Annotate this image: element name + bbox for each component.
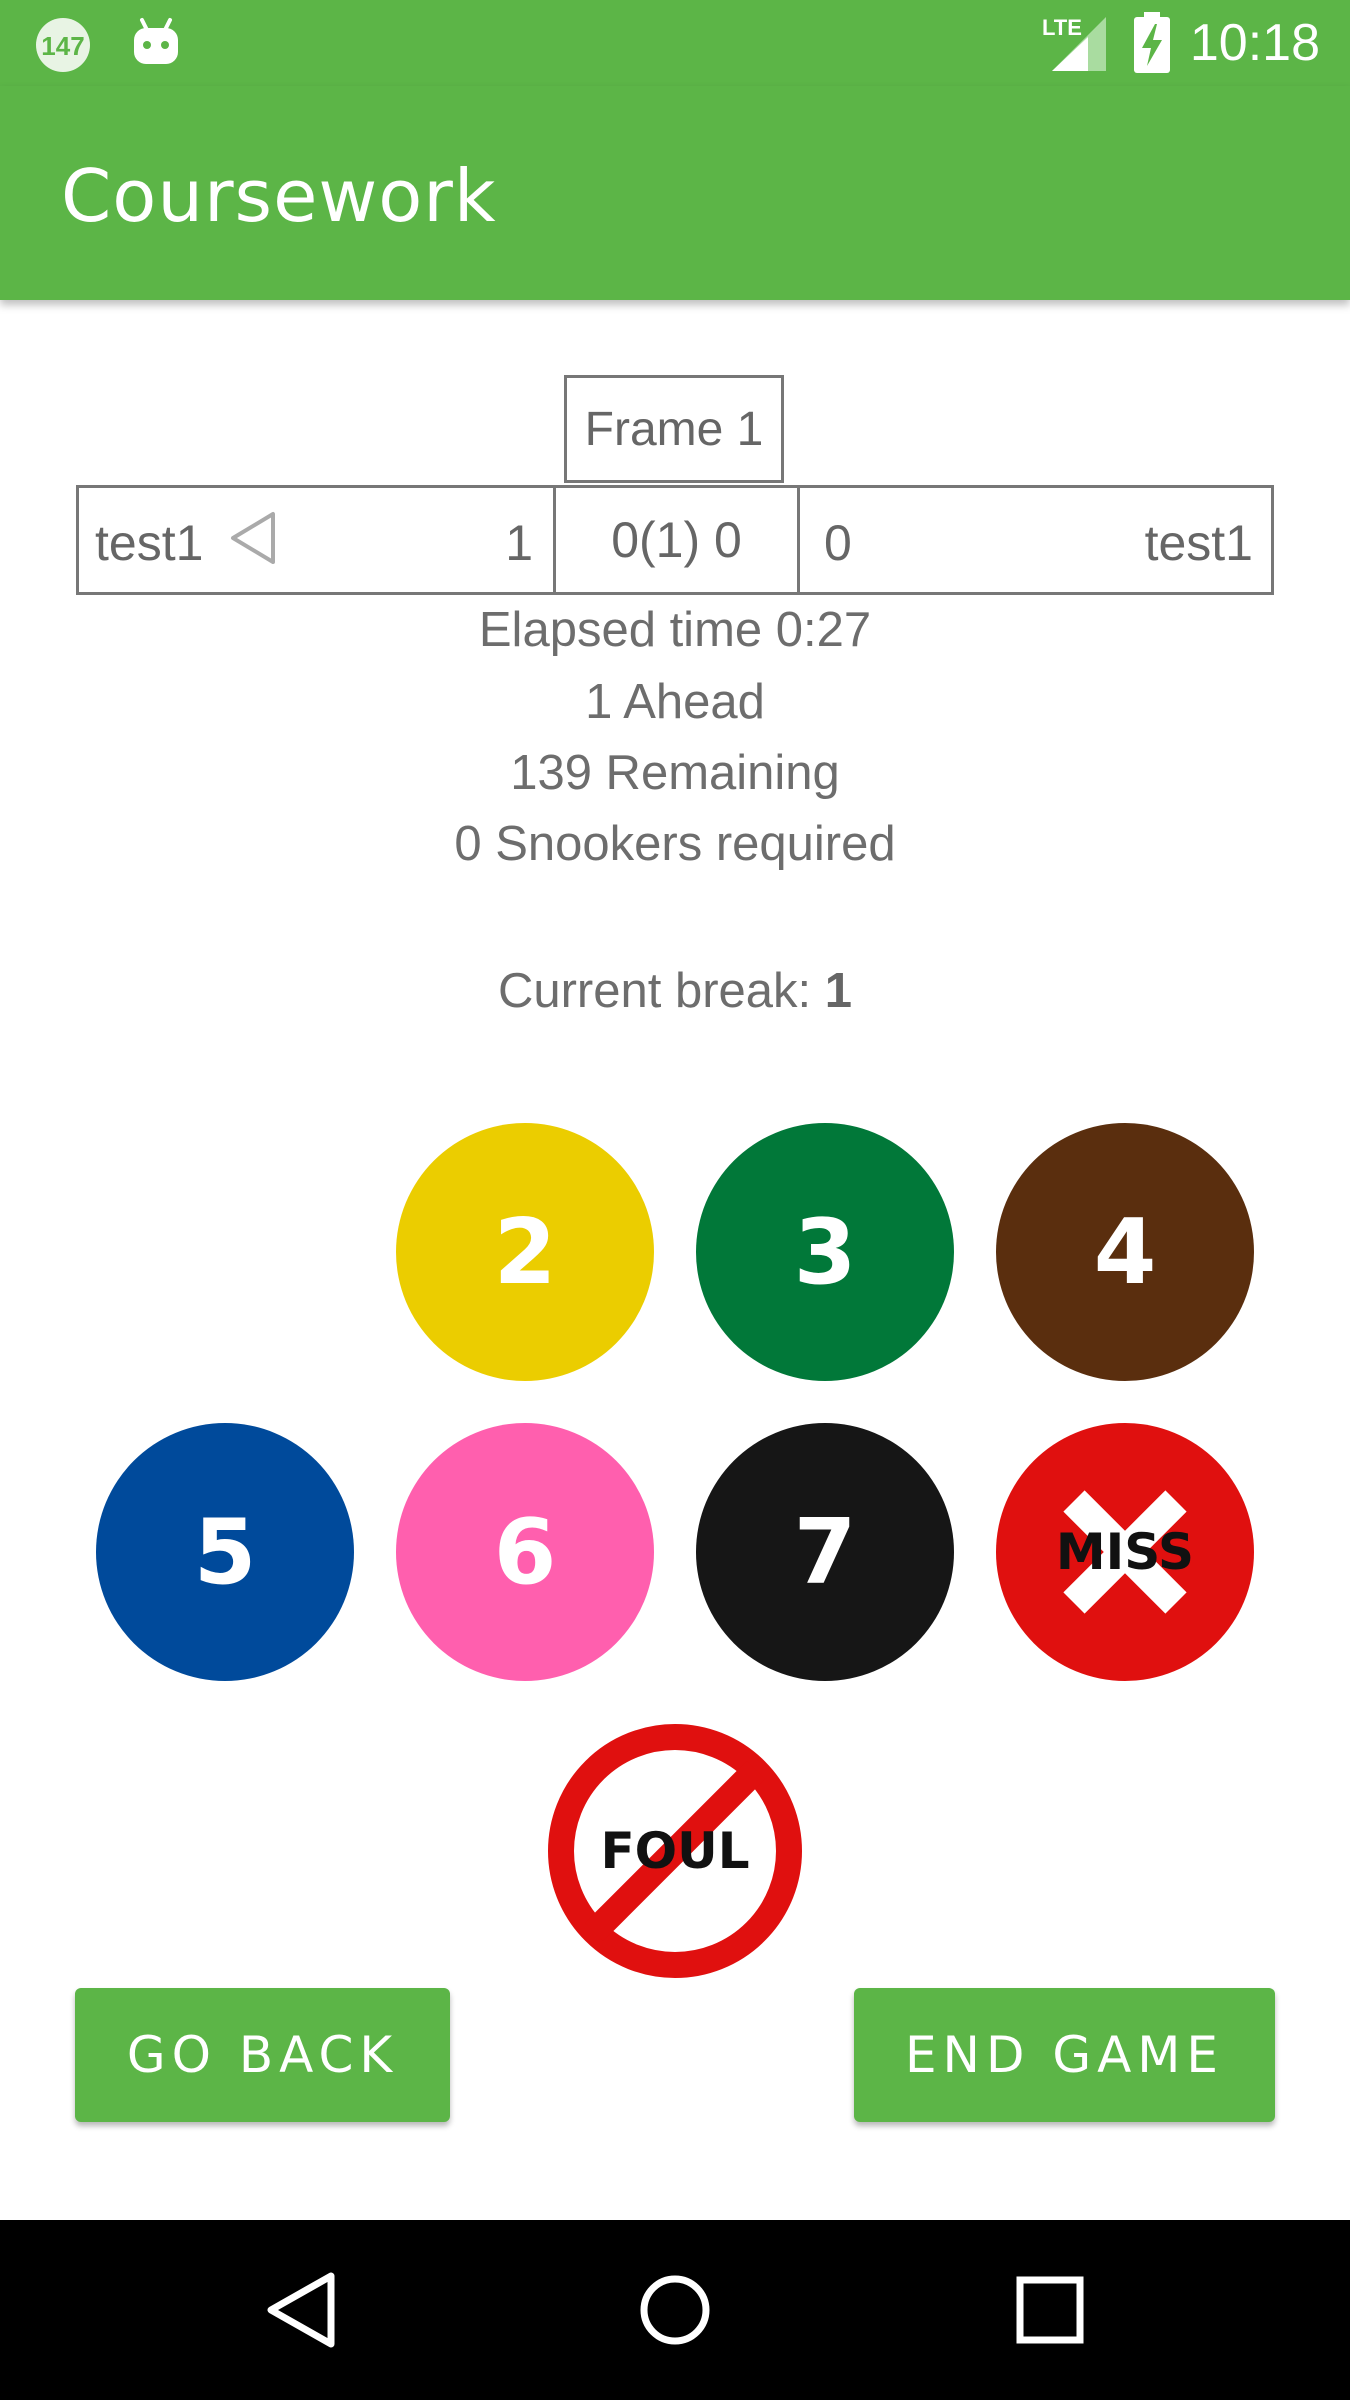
home-icon[interactable] [623, 2258, 727, 2362]
signal-icon: LTE [1042, 15, 1106, 71]
clock: 10:18 [1189, 14, 1320, 72]
elapsed-time: Elapsed time 0:27 [478, 603, 872, 657]
ball-5-label: 5 [193, 1499, 257, 1605]
ball-2-label: 2 [493, 1199, 557, 1305]
snookers-required: 0 Snookers required [454, 817, 896, 871]
player1-name: test1 [95, 515, 204, 571]
status-bar: 147 LTE 10:18 [0, 0, 1350, 86]
player1-score: 1 [505, 515, 533, 571]
player2-cell: 0 test1 [800, 488, 1271, 592]
points-remaining: 139 Remaining [510, 746, 840, 800]
current-break: Current break: 1 [0, 963, 1350, 1019]
go-back-button[interactable]: GO BACK [75, 1988, 450, 2122]
player2-name: test1 [1144, 515, 1253, 571]
ball-3-button[interactable]: 3 [696, 1123, 954, 1381]
ball-6-button[interactable]: 6 [396, 1423, 654, 1681]
current-break-label: Current break: [497, 964, 825, 1018]
android-icon [130, 16, 182, 74]
points-ahead: 1 Ahead [585, 675, 765, 729]
scoreboard: test1 1 0(1) 0 0 test1 [76, 485, 1274, 595]
ball-5-button[interactable]: 5 [96, 1423, 354, 1681]
ball-4-label: 4 [1093, 1199, 1157, 1305]
ball-3-label: 3 [793, 1199, 857, 1305]
player1-cell: test1 1 [79, 488, 556, 592]
current-break-value: 1 [824, 964, 853, 1018]
recents-icon[interactable] [998, 2258, 1102, 2362]
navigation-bar [0, 2220, 1350, 2400]
ball-4-button[interactable]: 4 [996, 1123, 1254, 1381]
notification-badge-text: 147 [41, 31, 84, 61]
foul-button[interactable]: FOUL [546, 1722, 804, 1980]
frame-label: Frame 1 [564, 375, 784, 483]
foul-label: FOUL [600, 1822, 750, 1880]
network-label: LTE [1042, 15, 1082, 40]
player2-score: 0 [824, 515, 852, 571]
status-right: LTE 10:18 [1040, 10, 1320, 76]
ball-7-label: 7 [793, 1499, 857, 1605]
back-icon[interactable] [249, 2258, 353, 2362]
app-bar: Coursework [0, 86, 1350, 300]
app-title: Coursework [61, 154, 497, 238]
miss-button[interactable]: MISS [996, 1423, 1254, 1681]
ball-7-button[interactable]: 7 [696, 1423, 954, 1681]
end-game-button[interactable]: END GAME [854, 1988, 1275, 2122]
turn-indicator-icon [231, 512, 275, 564]
miss-label: MISS [1055, 1523, 1195, 1581]
ball-6-label: 6 [493, 1499, 557, 1605]
frames-score: 0(1) 0 [611, 512, 742, 568]
ball-2-button[interactable]: 2 [396, 1123, 654, 1381]
frames-cell: 0(1) 0 [556, 488, 800, 592]
battery-charging-icon [1133, 12, 1170, 73]
notification-badge-icon: 147 [34, 16, 92, 74]
